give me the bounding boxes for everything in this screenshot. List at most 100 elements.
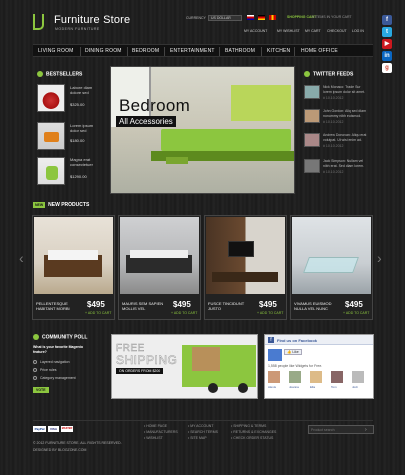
poll-option[interactable]: Category management: [33, 376, 76, 381]
product-image[interactable]: [206, 217, 285, 294]
box-image: [192, 347, 220, 371]
poll-option[interactable]: Layered navigation: [33, 360, 70, 365]
facebook-title[interactable]: Find us on Facebook: [277, 338, 317, 343]
tweet-text[interactable]: Nick Monaco: Trade Sur lorem ipsum dolor…: [323, 85, 368, 94]
bestseller-price: $1290.00: [70, 174, 87, 179]
add-to-cart-button[interactable]: + ADD TO CART: [85, 311, 111, 315]
poll-option[interactable]: Price rules: [33, 368, 57, 373]
tweet-date: # 10.10.2012: [323, 120, 344, 124]
add-to-cart-button[interactable]: + ADD TO CART: [257, 311, 283, 315]
add-to-cart-button[interactable]: + ADD TO CART: [343, 311, 369, 315]
tweet-date: # 10.10.2012: [323, 96, 344, 100]
youtube-icon[interactable]: ▶: [382, 39, 392, 49]
radio-button[interactable]: [33, 368, 37, 373]
checkout-link[interactable]: CHECKOUT: [327, 29, 347, 33]
nav-bathroom[interactable]: BATHROOM: [225, 48, 255, 54]
product-name[interactable]: VIVAMUS EUISMOD NULLA VEL NUNC: [294, 301, 342, 311]
flag-icon[interactable]: [258, 15, 265, 20]
footer-col-3: • SHIPPING & TERMS • RETURNS & EXCHANGES…: [231, 423, 276, 441]
product-thumbnail[interactable]: [37, 84, 65, 112]
google-icon[interactable]: g: [382, 63, 392, 73]
fan-avatar[interactable]: [268, 371, 280, 383]
bestseller-name[interactable]: Lorem ipsum dolor sed: [70, 123, 103, 133]
bestseller-name[interactable]: Labore diam dolore sed: [70, 85, 103, 95]
avatar[interactable]: [304, 133, 320, 147]
product-thumbnail[interactable]: [37, 122, 65, 150]
product-image[interactable]: [292, 217, 371, 294]
fan-avatar[interactable]: [310, 371, 322, 383]
main-nav: LIVING ROOM DINING ROOM BEDROOM ENTERTAI…: [33, 44, 373, 57]
nav-home-office[interactable]: HOME OFFICE: [301, 48, 338, 54]
currency-label: CURRENCY: [186, 16, 206, 20]
product-search-input[interactable]: [311, 427, 361, 433]
fan-name[interactable]: Joanna: [289, 385, 299, 389]
page-avatar[interactable]: [268, 349, 282, 361]
add-to-cart-button[interactable]: + ADD TO CART: [171, 311, 197, 315]
search-icon[interactable]: ›: [365, 427, 367, 433]
tweet-text[interactable]: Andrew Donovan: Aliqu erat volutpat. Ut …: [323, 133, 368, 142]
product-card[interactable]: VIVAMUS EUISMOD NULLA VEL NUNC $495 + AD…: [290, 215, 373, 320]
login-link[interactable]: LOG IN: [352, 29, 364, 33]
fan-name[interactable]: Jodi: [352, 385, 358, 389]
product-name[interactable]: MAURIS SEM SAPIEN MOLLIS VEL: [122, 301, 170, 311]
wheel-icon: [238, 383, 248, 393]
mastercard-icon: MASTER: [61, 426, 73, 432]
fan-name[interactable]: Ella: [310, 385, 315, 389]
carousel-prev-icon[interactable]: ‹: [19, 250, 24, 266]
facebook-icon[interactable]: f: [382, 15, 392, 25]
nav-entertainment[interactable]: ENTERTAINMENT: [170, 48, 215, 54]
fan-avatar[interactable]: [331, 371, 343, 383]
nav-living-room[interactable]: LIVING ROOM: [38, 48, 74, 54]
brand-name[interactable]: Furniture Store: [54, 14, 130, 26]
currency-select[interactable]: US DOLLAR: [208, 15, 242, 21]
fan-avatar[interactable]: [289, 371, 301, 383]
avatar[interactable]: [304, 85, 320, 99]
flag-icon[interactable]: [247, 15, 254, 20]
nav-dining-room[interactable]: DINING ROOM: [85, 48, 122, 54]
my-cart-link[interactable]: MY CART: [305, 29, 321, 33]
fan-name[interactable]: Alexis: [268, 385, 276, 389]
footer-link[interactable]: • WISHLIST: [144, 435, 178, 441]
product-name[interactable]: PELLENTESQUE HABITANT MORBI: [36, 301, 84, 311]
product-image[interactable]: [34, 217, 113, 294]
like-count: 1,558 people like Widgets for Free.: [268, 364, 323, 368]
visa-icon: VISA: [48, 426, 59, 432]
my-account-link[interactable]: MY ACCOUNT: [244, 29, 267, 33]
footer-link[interactable]: • CHECK ORDER STATUS: [231, 435, 276, 441]
product-card[interactable]: FUSCE TINCIDUNT JUSTO $495 + ADD TO CART: [204, 215, 287, 320]
bestseller-name[interactable]: Magna erat consectetuer: [70, 157, 103, 167]
product-price: $495: [87, 300, 105, 309]
copyright: © 2012 FURNITURE STORE. ALL RIGHTS RESER…: [33, 441, 122, 445]
product-price: $495: [259, 300, 277, 309]
tweet-text[interactable]: Jack Simpson: Nullam vel nibh erat. Sed …: [323, 159, 368, 168]
product-card[interactable]: MAURIS SEM SAPIEN MOLLIS VEL $495 + ADD …: [118, 215, 201, 320]
my-wishlist-link[interactable]: MY WISHLIST: [277, 29, 300, 33]
bullet-icon: [33, 334, 39, 340]
product-thumbnail[interactable]: [37, 157, 65, 185]
nav-bedroom[interactable]: BEDROOM: [132, 48, 159, 54]
product-image[interactable]: [120, 217, 199, 294]
radio-button[interactable]: [33, 376, 37, 381]
fan-avatar[interactable]: [352, 371, 364, 383]
carousel-next-icon[interactable]: ›: [377, 250, 382, 266]
free-shipping-banner[interactable]: FREE SHIPPING ON ORDERS FROM $200: [111, 334, 258, 399]
twitter-icon[interactable]: t: [382, 27, 392, 37]
product-name[interactable]: FUSCE TINCIDUNT JUSTO: [208, 301, 256, 311]
tweet-text[interactable]: John Gordon: Aliq sed diam nonummy nibh …: [323, 109, 368, 118]
avatar[interactable]: [304, 159, 320, 173]
designed-by[interactable]: DESIGNED BY BLOGZONE.COM: [33, 448, 86, 452]
fan-name[interactable]: Tom: [331, 385, 337, 389]
radio-button[interactable]: [33, 360, 37, 365]
footer-link[interactable]: • SITE MAP: [188, 435, 218, 441]
like-button[interactable]: 👍 Like: [284, 349, 302, 355]
hero-banner[interactable]: Bedroom All Accessories: [110, 66, 295, 194]
flag-icon[interactable]: [269, 15, 276, 20]
bestsellers-heading: BESTSELLERS: [37, 71, 82, 77]
facebook-box: f Find us on Facebook 👍 Like 1,558 peopl…: [264, 334, 374, 399]
avatar[interactable]: [304, 109, 320, 123]
nav-kitchen[interactable]: KITCHEN: [267, 48, 290, 54]
product-card[interactable]: PELLENTESQUE HABITANT MORBI $495 + ADD T…: [32, 215, 115, 320]
footer-col-1: • HOME PAGE • MANUFACTURERS • WISHLIST: [144, 423, 178, 441]
linkedin-icon[interactable]: in: [382, 51, 392, 61]
vote-button[interactable]: VOTE: [33, 387, 49, 393]
